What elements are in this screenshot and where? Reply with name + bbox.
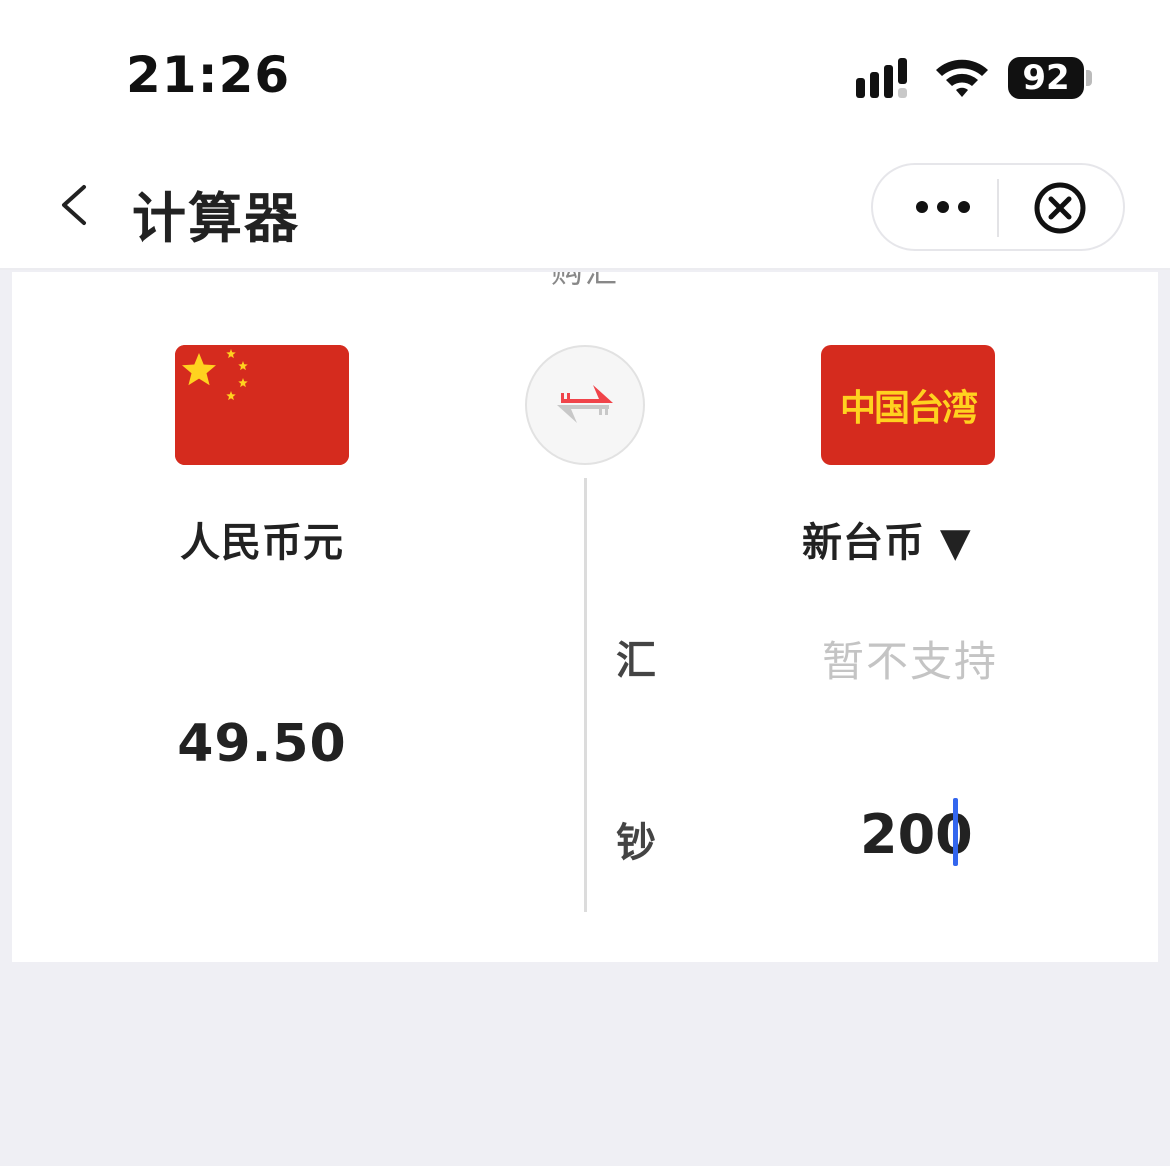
- china-flag-icon: [175, 345, 349, 465]
- rate-value: 暂不支持: [822, 637, 999, 686]
- swap-button[interactable]: [525, 345, 645, 465]
- flag-text: 中国台湾: [839, 388, 978, 429]
- converter-card: 购汇 中国台湾 人民币元 新台币 ▼ 49.50 汇 暂不支持 钞: [12, 272, 1158, 962]
- close-circle-icon[interactable]: [1033, 181, 1087, 235]
- status-bar: 21:26 92: [0, 0, 1170, 140]
- nav-bar: 计算器: [0, 140, 1170, 270]
- rate-label: 汇: [616, 638, 656, 684]
- wifi-icon: [936, 59, 988, 97]
- signal-icon: [856, 58, 907, 98]
- source-amount: 49.50: [177, 714, 347, 774]
- swap-arrows-icon: [557, 385, 613, 423]
- taiwan-flag-badge: 中国台湾: [821, 345, 995, 465]
- section-label: 购汇: [12, 272, 1158, 292]
- battery-cap: [1086, 70, 1092, 86]
- source-currency-name: 人民币元: [180, 520, 344, 566]
- battery-icon: 92: [1008, 57, 1084, 99]
- cash-label: 钞: [616, 820, 656, 866]
- divider-line: [584, 478, 587, 912]
- capsule-divider: [997, 179, 999, 237]
- more-dots-icon[interactable]: [893, 165, 993, 249]
- target-currency-select[interactable]: 新台币 ▼: [802, 510, 972, 568]
- status-time: 21:26: [126, 46, 291, 104]
- cash-amount-input[interactable]: [712, 800, 1132, 868]
- back-chevron-icon[interactable]: [54, 183, 94, 227]
- text-cursor: [953, 798, 958, 866]
- mini-program-capsule: [871, 163, 1125, 251]
- page-title: 计算器: [132, 187, 300, 250]
